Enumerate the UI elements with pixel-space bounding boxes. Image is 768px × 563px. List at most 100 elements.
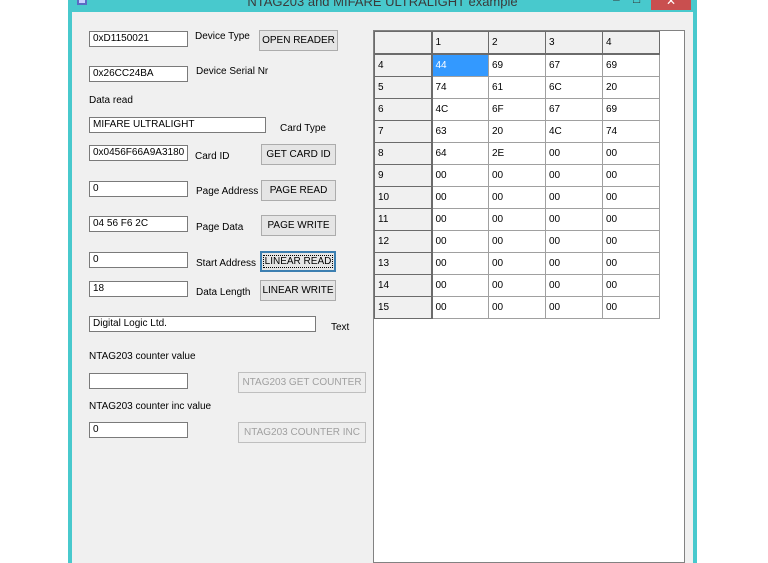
page-read-button[interactable]: PAGE READ [261,180,336,201]
data-length-label: Data Length [196,287,251,298]
page-write-button[interactable]: PAGE WRITE [261,215,336,236]
table-row: 9 00 00 00 00 [374,164,660,187]
grid-row-header[interactable]: 12 [374,230,433,253]
grid-cell[interactable]: 00 [488,274,546,297]
grid-cell[interactable]: 00 [602,142,660,165]
grid-cell[interactable]: 69 [602,98,660,121]
grid-cell[interactable]: 00 [602,230,660,253]
grid-cell[interactable]: 69 [488,53,546,77]
linear-write-button[interactable]: LINEAR WRITE [260,280,336,301]
grid-cell[interactable]: 67 [545,98,603,121]
grid-column-header[interactable]: 2 [488,31,546,55]
open-reader-button[interactable]: OPEN READER [259,30,338,51]
counter-inc-label: NTAG203 counter inc value [89,401,212,412]
get-card-id-button[interactable]: GET CARD ID [261,144,336,165]
grid-row-header[interactable]: 7 [374,120,433,143]
grid-cell[interactable]: 20 [602,76,660,99]
card-id-input[interactable]: 0x0456F66A9A3180 [89,145,188,161]
grid-column-header[interactable]: 1 [431,31,489,55]
data-grid[interactable]: 1 2 3 4 4 44 69 67 69 5 74 61 6C 20 6 4C 6F 67 69 7 63 20… [373,30,685,563]
grid-row-header[interactable]: 8 [374,142,433,165]
start-address-input[interactable]: 0 [89,252,188,268]
grid-cell[interactable]: 44 [431,53,489,77]
title-bar[interactable]: NTAG203 and MIFARE ULTRALIGHT example – … [68,0,697,12]
grid-row-header[interactable]: 5 [374,76,433,99]
grid-cell[interactable]: 00 [602,208,660,231]
grid-cell[interactable]: 6C [545,76,603,99]
grid-column-header[interactable]: 3 [545,31,603,55]
grid-cell[interactable]: 00 [431,252,489,275]
counter-inc-input[interactable]: 0 [89,422,188,438]
grid-cell[interactable]: 00 [431,186,489,209]
grid-cell[interactable]: 20 [488,120,546,143]
grid-cell[interactable]: 00 [431,230,489,253]
grid-cell[interactable]: 00 [488,296,546,319]
grid-cell[interactable]: 00 [545,142,603,165]
card-type-label: Card Type [280,123,326,134]
grid-row-header[interactable]: 14 [374,274,433,297]
grid-cell[interactable]: 00 [488,230,546,253]
page-address-input[interactable]: 0 [89,181,188,197]
grid-cell[interactable]: 74 [431,76,489,99]
grid-row-header[interactable]: 6 [374,98,433,121]
grid-cell[interactable]: 00 [602,186,660,209]
get-card-id-label: GET CARD ID [266,149,331,160]
grid-cell[interactable]: 00 [545,296,603,319]
counter-value-input[interactable] [89,373,188,389]
grid-cell[interactable]: 00 [602,296,660,319]
grid-row-header[interactable]: 13 [374,252,433,275]
device-type-input[interactable]: 0xD1150021 [89,31,188,47]
maximize-button[interactable]: □ [633,0,643,6]
page-data-input[interactable]: 04 56 F6 2C [89,216,188,232]
grid-cell[interactable]: 00 [488,164,546,187]
grid-cell[interactable]: 67 [545,53,603,77]
page-read-label: PAGE READ [269,185,328,196]
grid-cell[interactable]: 00 [545,274,603,297]
grid-row-header[interactable]: 15 [374,296,433,319]
grid-cell[interactable]: 00 [602,164,660,187]
grid-cell[interactable]: 4C [545,120,603,143]
grid-row-header[interactable]: 4 [374,53,433,77]
text-input[interactable]: Digital Logic Ltd. [89,316,316,332]
grid-cell[interactable]: 00 [545,208,603,231]
table-row: 12 00 00 00 00 [374,230,660,253]
get-counter-button[interactable]: NTAG203 GET COUNTER [238,372,366,393]
card-id-label: Card ID [195,151,230,162]
grid-cell[interactable]: 6F [488,98,546,121]
grid-cell[interactable]: 00 [431,208,489,231]
grid-cell[interactable]: 63 [431,120,489,143]
table-row: 5 74 61 6C 20 [374,76,660,99]
grid-cell[interactable]: 00 [602,274,660,297]
grid-row-header[interactable]: 10 [374,186,433,209]
minimize-button[interactable]: – [613,0,623,6]
grid-row-header[interactable]: 9 [374,164,433,187]
grid-cell[interactable]: 00 [602,252,660,275]
counter-inc-button[interactable]: NTAG203 COUNTER INC [238,422,366,443]
grid-cell[interactable]: 00 [488,252,546,275]
grid-cell[interactable]: 00 [431,274,489,297]
grid-cell[interactable]: 4C [431,98,489,121]
grid-cell[interactable]: 64 [431,142,489,165]
grid-column-header[interactable]: 4 [602,31,660,55]
grid-cell[interactable]: 00 [545,252,603,275]
grid-row-header[interactable]: 11 [374,208,433,231]
grid-cell[interactable]: 00 [545,230,603,253]
open-reader-label: OPEN READER [262,35,335,46]
grid-cell[interactable]: 00 [488,186,546,209]
grid-cell[interactable]: 00 [545,164,603,187]
linear-read-button[interactable]: LINEAR READ [260,251,336,272]
grid-cell[interactable]: 69 [602,53,660,77]
card-type-input[interactable]: MIFARE ULTRALIGHT [89,117,266,133]
grid-cell[interactable]: 00 [545,186,603,209]
close-button[interactable]: ✕ [651,0,691,10]
grid-cell[interactable]: 2E [488,142,546,165]
table-row: 8 64 2E 00 00 [374,142,660,165]
grid-cell[interactable]: 00 [488,208,546,231]
device-type-label: Device Type [195,31,250,42]
grid-cell[interactable]: 61 [488,76,546,99]
grid-cell[interactable]: 74 [602,120,660,143]
data-length-input[interactable]: 18 [89,281,188,297]
grid-cell[interactable]: 00 [431,164,489,187]
device-serial-input[interactable]: 0x26CC24BA [89,66,188,82]
grid-cell[interactable]: 00 [431,296,489,319]
